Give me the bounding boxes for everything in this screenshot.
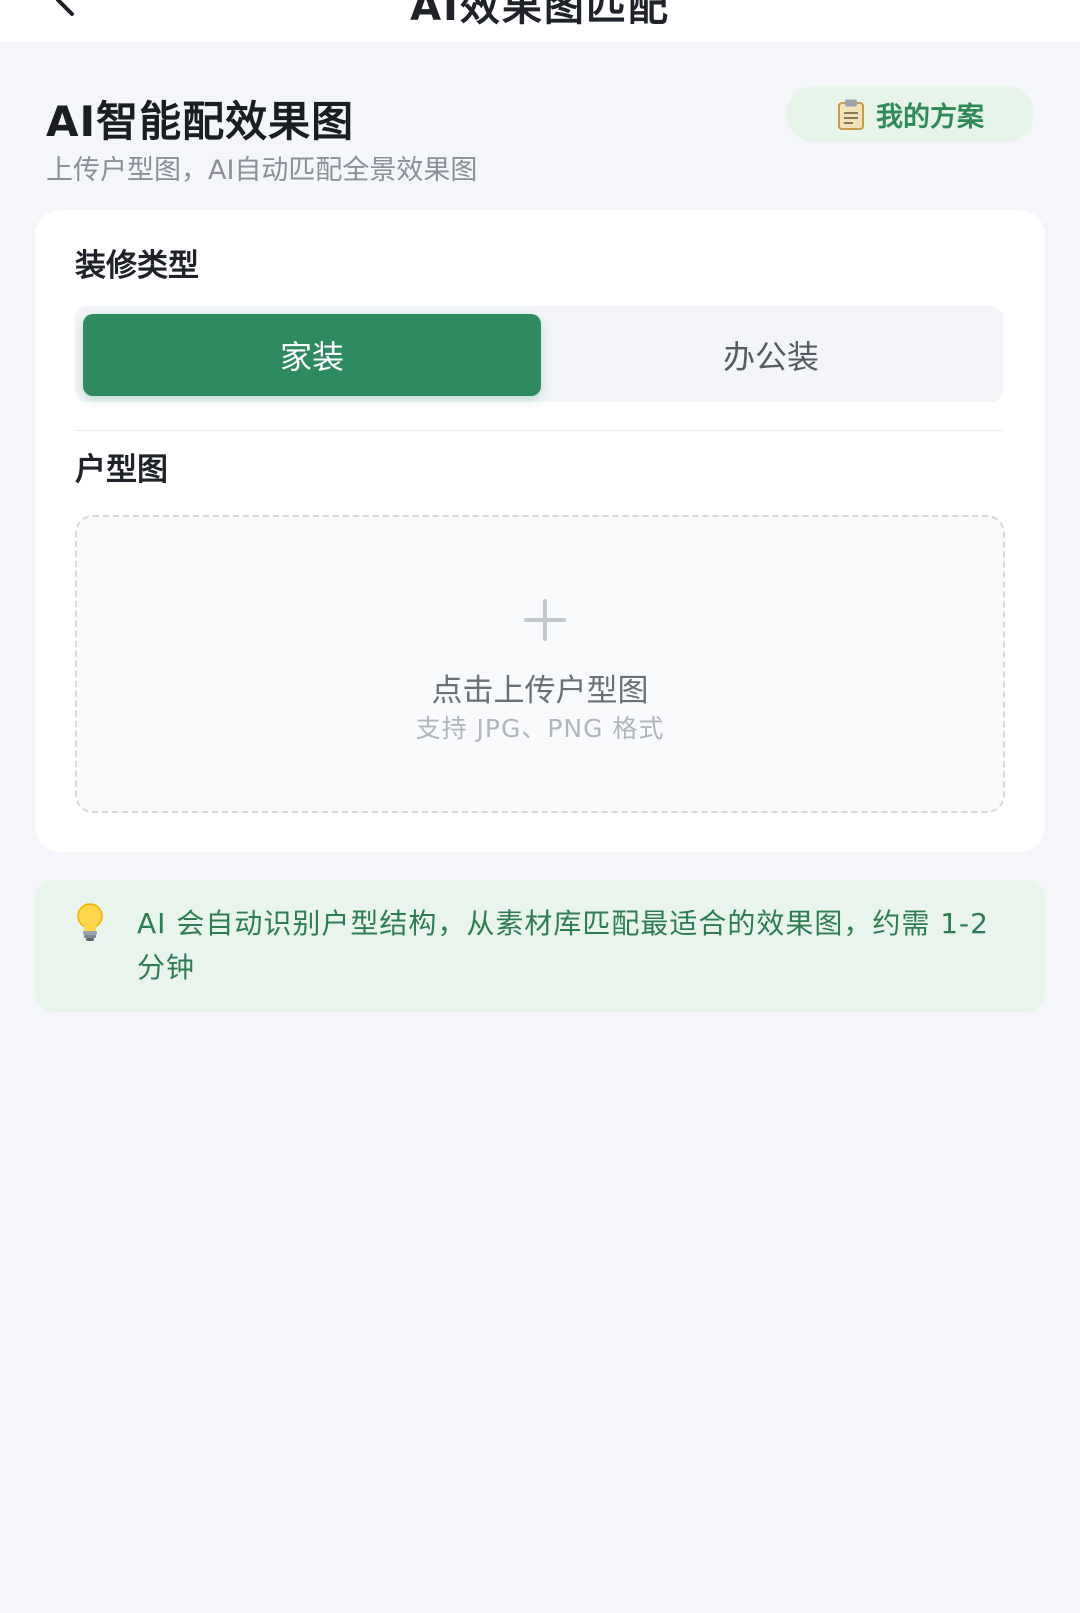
tip-text: AI 会自动识别户型结构，从素材库匹配最适合的效果图，约需 1-2 分钟 bbox=[137, 907, 989, 984]
my-plans-button[interactable]: 我的方案 bbox=[786, 86, 1034, 142]
decoration-type-label: 装修类型 bbox=[75, 248, 199, 284]
form-card: 装修类型 家装 办公装 户型图 点击上传户型图 支持 JPG、PNG 格式 bbox=[35, 210, 1045, 852]
lightbulb-icon bbox=[77, 903, 103, 941]
upload-hint: 支持 JPG、PNG 格式 bbox=[415, 714, 665, 743]
nav-bar: AI效果图匹配 bbox=[0, 0, 1080, 42]
option-office-decoration[interactable]: 办公装 bbox=[545, 314, 997, 396]
plus-icon bbox=[524, 599, 566, 641]
divider bbox=[75, 430, 1003, 431]
page-title: AI智能配效果图 bbox=[46, 97, 355, 146]
upload-title: 点击上传户型图 bbox=[431, 673, 649, 709]
page-subtitle: 上传户型图，AI自动匹配全景效果图 bbox=[46, 155, 478, 186]
clipboard-icon bbox=[838, 99, 864, 130]
floor-plan-upload-area[interactable]: 点击上传户型图 支持 JPG、PNG 格式 bbox=[75, 515, 1005, 813]
page: AI效果图匹配 AI智能配效果图 上传户型图，AI自动匹配全景效果图 我的方案 … bbox=[0, 0, 1080, 1613]
nav-title: AI效果图匹配 bbox=[410, 0, 670, 30]
tip-box: AI 会自动识别户型结构，从素材库匹配最适合的效果图，约需 1-2 分钟 bbox=[35, 880, 1045, 1012]
decoration-type-selector: 家装 办公装 bbox=[75, 306, 1003, 402]
my-plans-label: 我的方案 bbox=[876, 101, 984, 133]
floor-plan-label: 户型图 bbox=[75, 452, 168, 488]
option-home-decoration[interactable]: 家装 bbox=[83, 314, 541, 396]
